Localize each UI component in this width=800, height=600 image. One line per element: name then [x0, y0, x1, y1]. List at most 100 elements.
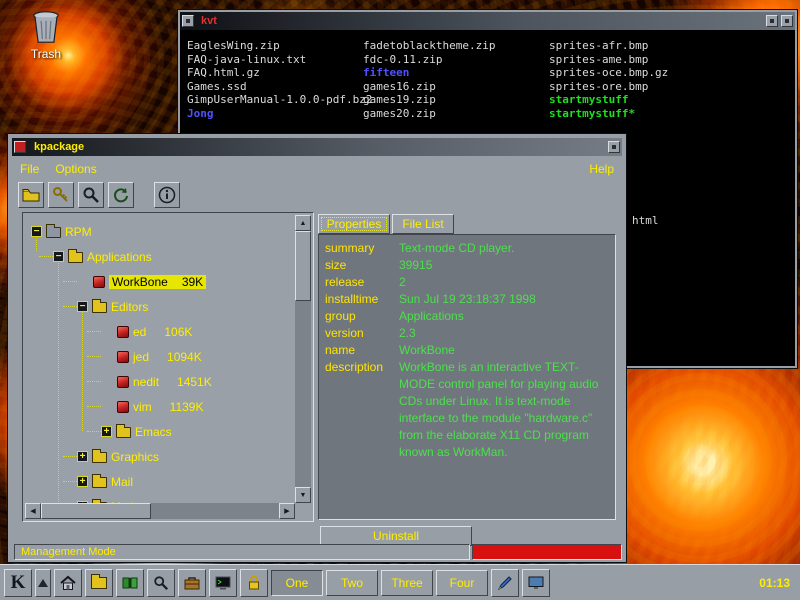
- taskbar: One Two Three Four 01:13: [0, 564, 800, 600]
- magnifier-icon: [82, 186, 100, 204]
- file-name: games16.zip: [363, 80, 549, 94]
- property-value-description: WorkBone is an interactive TEXT-MODE con…: [399, 359, 604, 461]
- folder-icon: [91, 577, 107, 589]
- package-icon: [117, 376, 129, 388]
- help-button[interactable]: [116, 569, 144, 597]
- kpackage-titlebar[interactable]: kpackage: [12, 138, 622, 156]
- expand-icon[interactable]: [77, 451, 88, 462]
- tree-vertical-scrollbar[interactable]: ▲ ▼: [295, 215, 311, 503]
- window-title: kpackage: [34, 141, 84, 153]
- status-bar: Management Mode: [14, 544, 470, 560]
- tree-item-mail[interactable]: Mail: [25, 469, 295, 494]
- tab-properties[interactable]: Properties: [318, 214, 390, 234]
- scrollbar-thumb[interactable]: [41, 503, 151, 519]
- menubar: File Options Help: [12, 158, 622, 180]
- menu-file[interactable]: File: [12, 160, 47, 178]
- tree-horizontal-scrollbar[interactable]: ◀ ▶: [25, 503, 295, 519]
- tab-file-list[interactable]: File List: [392, 214, 454, 234]
- k-logo-icon: [11, 572, 26, 594]
- tree-item-math[interactable]: Math: [25, 494, 295, 503]
- maximize-button[interactable]: [608, 141, 620, 153]
- file-name: EaglesWing.zip: [187, 39, 363, 53]
- trash-icon[interactable]: Trash: [16, 10, 76, 61]
- terminal-button[interactable]: [209, 569, 237, 597]
- property-row: summary Text-mode CD player.: [325, 240, 615, 257]
- menu-help[interactable]: Help: [581, 160, 622, 178]
- terminal-row: FAQ-java-linux.txt fdc-0.11.zip sprites-…: [187, 53, 793, 67]
- property-key: name: [325, 342, 399, 359]
- terminal-row: EaglesWing.zip fadetoblacktheme.zip spri…: [187, 39, 793, 53]
- reload-button[interactable]: [108, 182, 134, 208]
- tab-label: Properties: [327, 217, 382, 231]
- scroll-down-arrow[interactable]: ▼: [295, 487, 311, 503]
- collapse-icon[interactable]: [77, 301, 88, 312]
- folder-icon: [46, 227, 61, 238]
- file-name: Games.ssd: [187, 80, 363, 94]
- property-row: version 2.3: [325, 325, 615, 342]
- lock-screen-button[interactable]: [240, 569, 268, 597]
- tree-item-graphics[interactable]: Graphics: [25, 444, 295, 469]
- tree-item-vim[interactable]: vim 1139K: [25, 394, 295, 419]
- executable-name: startmystuff*: [549, 107, 793, 121]
- scroll-left-arrow[interactable]: ◀: [25, 503, 41, 519]
- property-key: installtime: [325, 291, 399, 308]
- tree-item-ed[interactable]: ed 106K: [25, 319, 295, 344]
- uninstall-label: Uninstall: [373, 529, 419, 543]
- minimize-button[interactable]: [766, 15, 778, 27]
- tree-item-emacs[interactable]: Emacs: [25, 419, 295, 444]
- window-list-button[interactable]: [35, 569, 51, 597]
- toolbox-button[interactable]: [178, 569, 206, 597]
- property-value: 2.3: [399, 325, 416, 342]
- tree-item-applications[interactable]: Applications: [25, 244, 295, 269]
- workspace-one-button[interactable]: One: [271, 570, 323, 596]
- tree-item-rpm[interactable]: RPM: [25, 219, 295, 244]
- file-manager-button[interactable]: [85, 569, 113, 597]
- maximize-button[interactable]: [781, 15, 793, 27]
- directory-name: fifteen: [363, 66, 549, 80]
- book-icon: [122, 576, 138, 590]
- find-package-button[interactable]: [48, 182, 74, 208]
- scrollbar-thumb[interactable]: [295, 231, 311, 301]
- menu-options[interactable]: Options: [47, 160, 104, 178]
- display-settings-button[interactable]: [522, 569, 550, 597]
- tree-item-nedit[interactable]: nedit 1451K: [25, 369, 295, 394]
- properties-panel: summary Text-mode CD player. size 39915 …: [318, 234, 616, 520]
- property-row: description WorkBone is an interactive T…: [325, 359, 615, 461]
- workspace-two-button[interactable]: Two: [326, 570, 378, 596]
- tree-item-editors[interactable]: Editors: [25, 294, 295, 319]
- tree-item-label: ed: [133, 325, 146, 339]
- pen-icon: [497, 575, 513, 591]
- kvt-titlebar[interactable]: kvt: [180, 12, 795, 30]
- workspace-four-button[interactable]: Four: [436, 570, 488, 596]
- tree-item-workbone[interactable]: WorkBone 39K: [25, 269, 295, 294]
- file-name: fadetoblacktheme.zip: [363, 39, 549, 53]
- scroll-right-arrow[interactable]: ▶: [279, 503, 295, 519]
- expand-icon[interactable]: [77, 476, 88, 487]
- workspace-three-button[interactable]: Three: [381, 570, 433, 596]
- tree-item-size: 1139K: [170, 400, 204, 414]
- scroll-up-arrow[interactable]: ▲: [295, 215, 311, 231]
- info-button[interactable]: [154, 182, 180, 208]
- open-folder-icon: [22, 188, 40, 202]
- find-file-button[interactable]: [78, 182, 104, 208]
- paint-tool-button[interactable]: [491, 569, 519, 597]
- tree-item-label: WorkBone: [112, 275, 168, 289]
- k-menu-button[interactable]: [4, 569, 32, 597]
- terminal-row: FAQ.html.gz fifteen sprites-oce.bmp.gz: [187, 66, 793, 80]
- magnifier-icon: [153, 575, 169, 591]
- collapse-icon[interactable]: [53, 251, 64, 262]
- window-menu-button[interactable]: [182, 15, 194, 27]
- minimize-icon: [770, 19, 774, 23]
- progress-bar: [472, 544, 622, 560]
- tree-item-jed[interactable]: jed 1094K: [25, 344, 295, 369]
- terminal-row: Jong games20.zip startmystuff*: [187, 107, 793, 121]
- uninstall-button[interactable]: Uninstall: [320, 526, 472, 546]
- home-button[interactable]: [54, 569, 82, 597]
- directory-name: Jong: [187, 107, 363, 121]
- find-button[interactable]: [147, 569, 175, 597]
- menu-dot-icon: [186, 19, 190, 23]
- open-folder-button[interactable]: [18, 182, 44, 208]
- collapse-icon[interactable]: [31, 226, 42, 237]
- expand-icon[interactable]: [101, 426, 112, 437]
- window-menu-button[interactable]: [14, 141, 26, 153]
